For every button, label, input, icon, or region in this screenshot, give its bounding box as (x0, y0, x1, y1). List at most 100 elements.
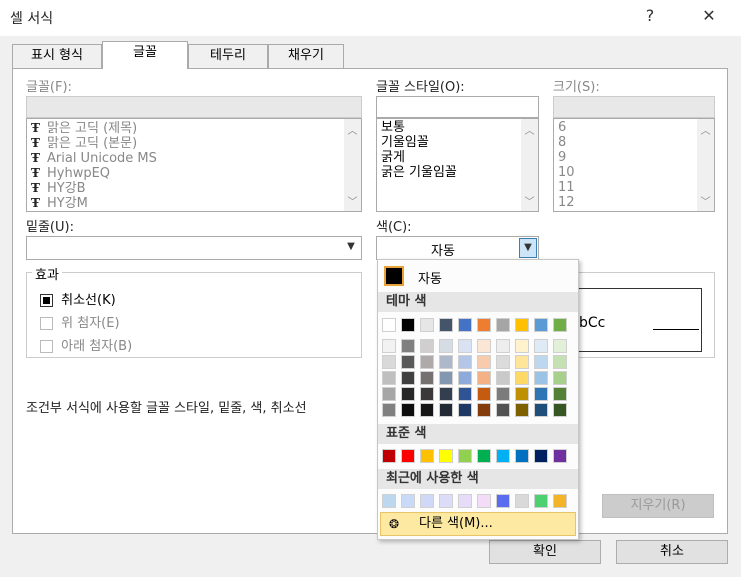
style-input[interactable] (376, 96, 539, 118)
color-swatch[interactable] (553, 371, 567, 385)
color-swatch[interactable] (401, 494, 415, 508)
list-item[interactable]: Ŧ 맑은 고딕 (제목) (31, 121, 137, 136)
list-item[interactable]: 9 (558, 151, 566, 165)
checkbox-checked-icon[interactable] (40, 294, 53, 307)
color-swatch[interactable] (420, 387, 434, 401)
color-swatch[interactable] (382, 494, 396, 508)
color-swatch[interactable] (496, 403, 510, 417)
list-item[interactable]: 보통 (381, 121, 405, 135)
color-swatch[interactable] (382, 355, 396, 369)
color-swatch[interactable] (496, 494, 510, 508)
color-swatch[interactable] (496, 387, 510, 401)
list-item[interactable]: 굵은 기울임꼴 (381, 166, 457, 180)
color-swatch[interactable] (382, 403, 396, 417)
checkbox-icon[interactable] (40, 317, 53, 330)
tab-border[interactable]: 테두리 (188, 44, 268, 68)
color-swatch[interactable] (401, 355, 415, 369)
color-swatch[interactable] (382, 318, 396, 332)
color-swatch[interactable] (382, 387, 396, 401)
list-item[interactable]: 10 (558, 166, 575, 180)
color-swatch[interactable] (382, 449, 396, 463)
color-swatch[interactable] (477, 318, 491, 332)
auto-color-swatch[interactable] (384, 266, 404, 286)
color-swatch[interactable] (458, 355, 472, 369)
list-item[interactable]: 11 (558, 181, 575, 195)
color-swatch[interactable] (515, 371, 529, 385)
color-swatch[interactable] (458, 494, 472, 508)
color-swatch[interactable] (534, 387, 548, 401)
chevron-down-icon[interactable]: ▼ (342, 238, 360, 258)
color-swatch[interactable] (515, 403, 529, 417)
checkbox-icon[interactable] (40, 340, 53, 353)
color-swatch[interactable] (439, 371, 453, 385)
list-item[interactable]: Ŧ Arial Unicode MS (31, 151, 157, 166)
scroll-up-icon[interactable]: ︿ (521, 122, 538, 137)
size-list[interactable]: 6 8 9 10 11 12 ︿ ﹀ (553, 118, 715, 212)
list-item[interactable]: 8 (558, 136, 566, 150)
scroll-up-icon[interactable]: ︿ (697, 122, 714, 137)
color-select[interactable]: 자동 ▼ (376, 236, 539, 260)
color-swatch[interactable] (382, 371, 396, 385)
color-swatch[interactable] (420, 371, 434, 385)
color-swatch[interactable] (401, 371, 415, 385)
color-swatch[interactable] (553, 494, 567, 508)
ok-button[interactable]: 확인 (489, 540, 601, 564)
color-swatch[interactable] (401, 403, 415, 417)
color-swatch[interactable] (477, 494, 491, 508)
style-list[interactable]: 보통 기울임꼴 굵게 굵은 기울임꼴 ︿ ﹀ (376, 118, 539, 212)
font-input[interactable] (26, 96, 362, 118)
color-swatch[interactable] (420, 449, 434, 463)
superscript-checkbox[interactable]: 위 첨자(E) (40, 312, 120, 331)
color-swatch[interactable] (534, 355, 548, 369)
list-item[interactable]: Ŧ HY강M (31, 196, 88, 211)
color-swatch[interactable] (458, 387, 472, 401)
color-swatch[interactable] (515, 355, 529, 369)
color-swatch[interactable] (420, 403, 434, 417)
size-input[interactable] (553, 96, 715, 118)
color-swatch[interactable] (439, 318, 453, 332)
color-swatch[interactable] (477, 403, 491, 417)
scroll-down-icon[interactable]: ﹀ (521, 193, 538, 208)
color-swatch[interactable] (458, 403, 472, 417)
list-item[interactable]: 6 (558, 121, 566, 135)
help-button[interactable]: ? (638, 6, 662, 25)
color-swatch[interactable] (553, 355, 567, 369)
color-swatch[interactable] (477, 355, 491, 369)
color-swatch[interactable] (477, 339, 491, 353)
color-swatch[interactable] (420, 318, 434, 332)
list-item[interactable]: 기울임꼴 (381, 136, 429, 150)
scroll-up-icon[interactable]: ︿ (344, 122, 361, 137)
more-colors-button[interactable]: ❂ 다른 색(M)... (380, 512, 576, 536)
color-swatch[interactable] (439, 355, 453, 369)
font-scrollbar[interactable]: ︿ ﹀ (344, 119, 361, 211)
color-swatch[interactable] (458, 339, 472, 353)
clear-button[interactable]: 지우기(R) (602, 494, 714, 518)
color-swatch[interactable] (515, 318, 529, 332)
underline-select[interactable]: ▼ (26, 236, 362, 260)
tab-font[interactable]: 글꼴 (102, 41, 188, 69)
strike-checkbox[interactable]: 취소선(K) (40, 289, 116, 308)
color-swatch[interactable] (534, 449, 548, 463)
color-swatch[interactable] (458, 371, 472, 385)
color-swatch[interactable] (401, 387, 415, 401)
color-swatch[interactable] (382, 339, 396, 353)
color-swatch[interactable] (401, 318, 415, 332)
tab-number[interactable]: 표시 형식 (12, 44, 102, 68)
font-list[interactable]: Ŧ 맑은 고딕 (제목) Ŧ 맑은 고딕 (본문) Ŧ Arial Unicode M… (26, 118, 362, 212)
color-swatch[interactable] (534, 403, 548, 417)
cancel-button[interactable]: 취소 (616, 540, 728, 564)
color-swatch[interactable] (496, 371, 510, 385)
color-swatch[interactable] (439, 494, 453, 508)
color-swatch[interactable] (439, 339, 453, 353)
color-swatch[interactable] (496, 318, 510, 332)
color-swatch[interactable] (439, 387, 453, 401)
color-swatch[interactable] (439, 449, 453, 463)
color-swatch[interactable] (496, 355, 510, 369)
size-scrollbar[interactable]: ︿ ﹀ (697, 119, 714, 211)
color-swatch[interactable] (477, 449, 491, 463)
color-swatch[interactable] (534, 339, 548, 353)
color-swatch[interactable] (553, 449, 567, 463)
color-swatch[interactable] (515, 449, 529, 463)
list-item[interactable]: Ŧ 맑은 고딕 (본문) (31, 136, 137, 151)
color-swatch[interactable] (458, 318, 472, 332)
